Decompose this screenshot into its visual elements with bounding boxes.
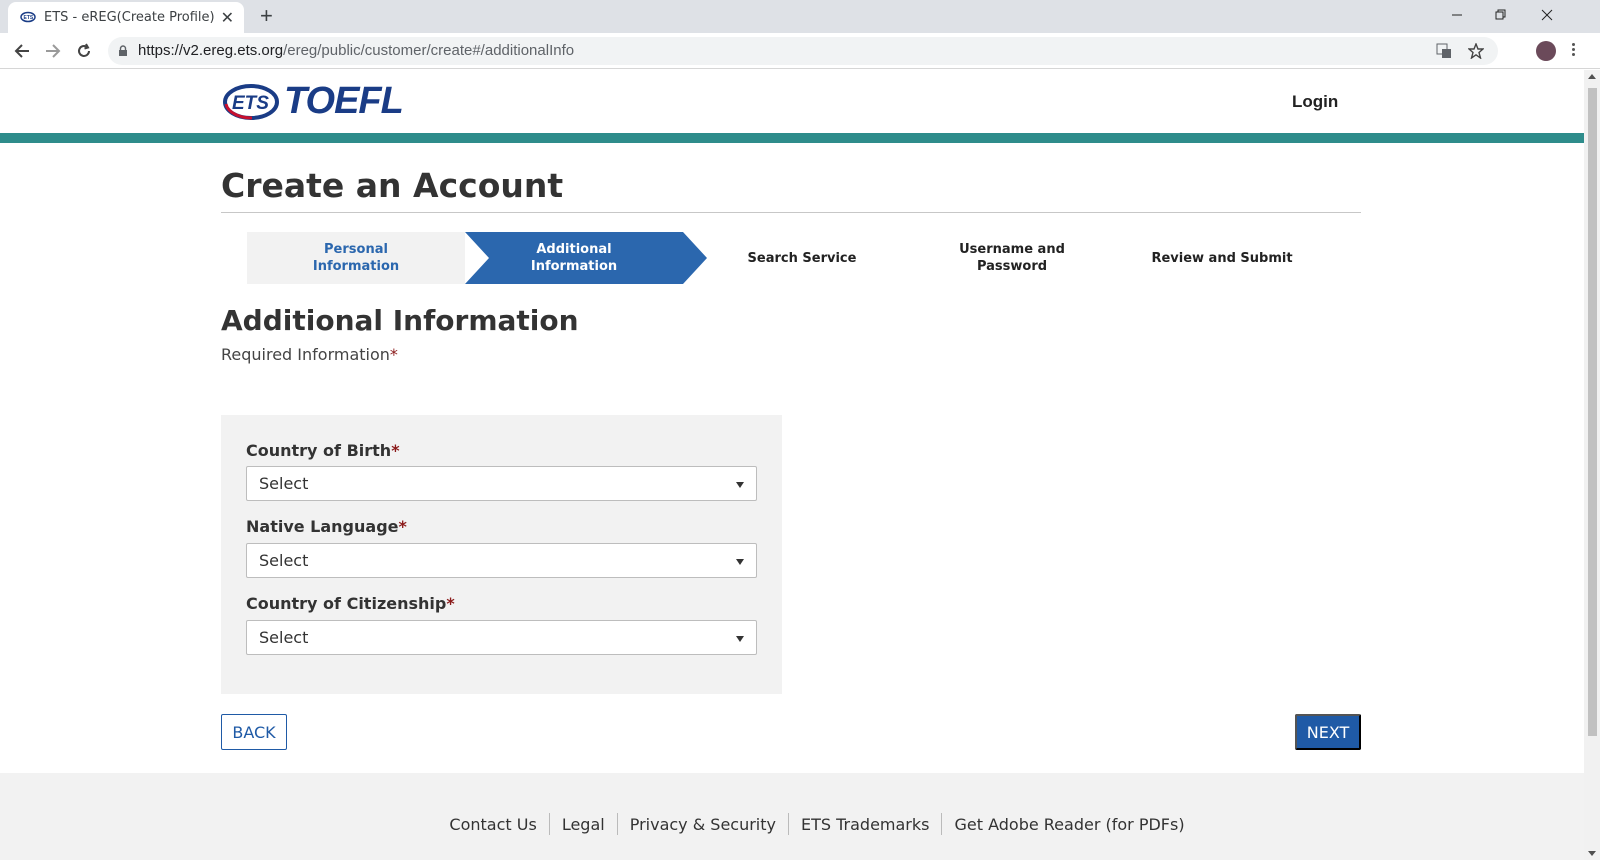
step-search-service: Search Service xyxy=(707,232,897,284)
progress-steps: Personal Information Additional Informat… xyxy=(247,232,1337,284)
step-label: Personal Information xyxy=(312,242,400,274)
ets-toefl-logo[interactable]: ETS TOEFL xyxy=(222,80,404,123)
native-language-label: Native Language* xyxy=(246,517,407,536)
step-label: Additional Information xyxy=(530,242,618,274)
additional-info-form: Country of Birth* Select Native Language… xyxy=(221,415,782,694)
close-window-icon[interactable] xyxy=(1524,0,1570,30)
profile-avatar[interactable] xyxy=(1536,41,1556,61)
step-label: Username and Password xyxy=(959,242,1065,274)
page-scrollbar[interactable] xyxy=(1584,70,1600,860)
tab-close-icon[interactable]: ✕ xyxy=(221,8,234,28)
step-label: Search Service xyxy=(747,250,857,266)
back-arrow-icon[interactable] xyxy=(10,39,34,63)
chevron-down-icon xyxy=(736,636,744,642)
country-of-citizenship-select[interactable]: Select xyxy=(246,620,757,655)
bookmark-star-icon[interactable] xyxy=(1466,41,1486,61)
title-divider xyxy=(221,212,1361,213)
ets-logo-icon: ETS xyxy=(223,83,279,120)
back-button[interactable]: BACK xyxy=(221,714,287,750)
scroll-down-arrow-icon[interactable] xyxy=(1588,851,1596,856)
svg-text:ETS: ETS xyxy=(232,93,269,114)
section-title: Additional Information xyxy=(221,304,579,337)
country-of-birth-label: Country of Birth* xyxy=(246,441,400,460)
select-value: Select xyxy=(259,628,309,647)
svg-text:ETS: ETS xyxy=(24,15,34,21)
select-value: Select xyxy=(259,474,309,493)
forward-arrow-icon[interactable] xyxy=(41,39,65,63)
page-title: Create an Account xyxy=(221,166,564,205)
step-additional-information: Additional Information xyxy=(465,232,683,284)
minimize-icon[interactable] xyxy=(1434,0,1480,30)
login-link[interactable]: Login xyxy=(1292,92,1338,112)
footer-links: Contact Us Legal Privacy & Security ETS … xyxy=(0,813,1584,835)
step-label: Review and Submit xyxy=(1151,250,1293,266)
lock-icon xyxy=(119,45,127,56)
browser-tab[interactable]: ETS ETS - eREG(Create Profile) ✕ xyxy=(8,2,244,33)
restore-icon[interactable] xyxy=(1478,0,1524,30)
browser-tab-bar: ETS ETS - eREG(Create Profile) ✕ + xyxy=(0,0,1600,33)
step-personal-information[interactable]: Personal Information xyxy=(247,232,465,284)
site-header: ETS TOEFL Login xyxy=(0,70,1584,133)
country-of-citizenship-label: Country of Citizenship* xyxy=(246,594,455,613)
reload-icon[interactable] xyxy=(72,39,96,63)
browser-toolbar: https://v2.ereg.ets.org/ereg/public/cust… xyxy=(0,33,1600,69)
footer-link-ets-trademarks[interactable]: ETS Trademarks xyxy=(789,815,942,834)
url-text: https://v2.ereg.ets.org/ereg/public/cust… xyxy=(138,42,575,59)
browser-menu-icon[interactable] xyxy=(1572,41,1576,61)
ets-favicon-icon: ETS xyxy=(20,11,36,23)
site-footer: Contact Us Legal Privacy & Security ETS … xyxy=(0,773,1584,860)
scroll-up-arrow-icon[interactable] xyxy=(1588,74,1596,79)
tab-title: ETS - eREG(Create Profile) xyxy=(44,10,215,25)
country-of-birth-select[interactable]: Select xyxy=(246,466,757,501)
step-username-and-password: Username and Password xyxy=(917,232,1107,284)
footer-link-adobe-reader[interactable]: Get Adobe Reader (for PDFs) xyxy=(942,815,1196,834)
toefl-wordmark: TOEFL xyxy=(284,80,404,122)
chevron-down-icon xyxy=(736,482,744,488)
native-language-select[interactable]: Select xyxy=(246,543,757,578)
footer-link-legal[interactable]: Legal xyxy=(550,815,617,834)
next-button[interactable]: NEXT xyxy=(1295,714,1361,750)
page-content: ETS TOEFL Login Create an Account Person… xyxy=(0,70,1584,860)
step-review-and-submit: Review and Submit xyxy=(1127,232,1317,284)
select-value: Select xyxy=(259,551,309,570)
scrollbar-thumb[interactable] xyxy=(1588,88,1597,736)
required-information-note: Required Information* xyxy=(221,345,398,364)
footer-link-contact-us[interactable]: Contact Us xyxy=(437,815,548,834)
translate-icon[interactable] xyxy=(1434,41,1454,61)
address-bar[interactable]: https://v2.ereg.ets.org/ereg/public/cust… xyxy=(108,37,1498,65)
header-accent-bar xyxy=(0,133,1584,143)
footer-link-privacy-security[interactable]: Privacy & Security xyxy=(618,815,788,834)
new-tab-icon[interactable]: + xyxy=(260,3,273,29)
chevron-down-icon xyxy=(736,559,744,565)
